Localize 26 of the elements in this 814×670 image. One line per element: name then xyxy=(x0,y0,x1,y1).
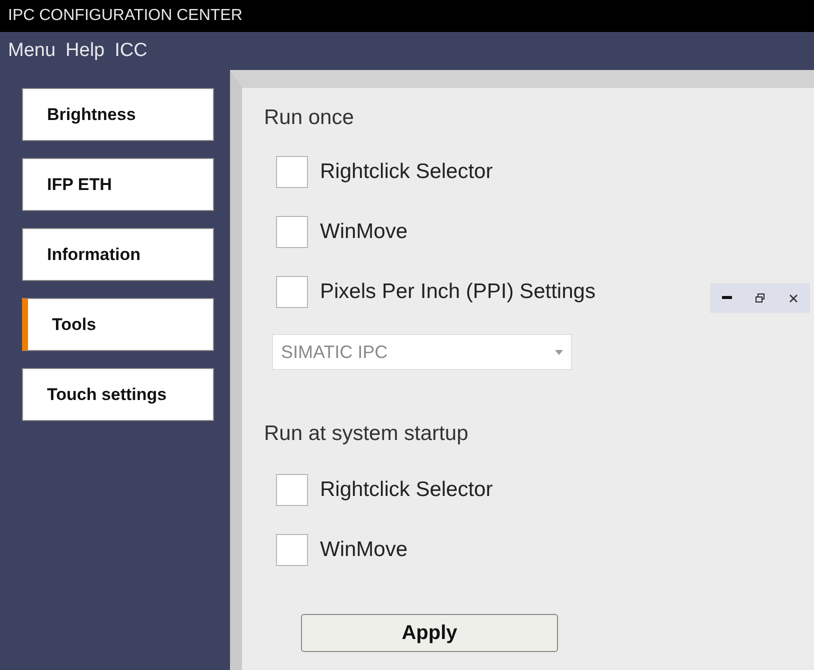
close-icon[interactable] xyxy=(789,294,798,302)
menu-item[interactable]: Help xyxy=(66,36,105,66)
sidebar-item[interactable]: Information xyxy=(22,228,214,281)
sidebar-item[interactable]: Tools xyxy=(22,298,214,351)
checkbox[interactable] xyxy=(276,216,308,248)
checkbox-label: Rightclick Selector xyxy=(320,477,493,504)
checkbox[interactable] xyxy=(276,276,308,308)
checkbox-label: WinMove xyxy=(320,537,408,564)
checkbox[interactable] xyxy=(276,474,308,506)
window-title: IPC CONFIGURATION CENTER xyxy=(8,6,242,26)
sidebar-item[interactable]: Touch settings xyxy=(22,368,214,421)
checkbox[interactable] xyxy=(276,534,308,566)
menu-item[interactable]: Menu xyxy=(8,36,56,66)
section-heading: Run once xyxy=(264,105,355,132)
checkbox-label: WinMove xyxy=(320,219,408,246)
checkbox[interactable] xyxy=(276,156,308,188)
caret-icon xyxy=(555,350,563,354)
checkbox-label: Rightclick Selector xyxy=(320,159,493,186)
restore-icon[interactable] xyxy=(755,293,766,303)
minimize-icon[interactable] xyxy=(722,296,732,300)
checkbox-label: Pixels Per Inch (PPI) Settings xyxy=(320,279,596,306)
menu-item[interactable]: ICC xyxy=(114,36,148,66)
sidebar-item[interactable]: Brightness xyxy=(22,88,214,141)
section-heading: Run at system startup xyxy=(264,421,470,448)
sidebar-item[interactable]: IFP ETH xyxy=(22,158,214,211)
apply-button[interactable]: Apply xyxy=(301,614,558,652)
